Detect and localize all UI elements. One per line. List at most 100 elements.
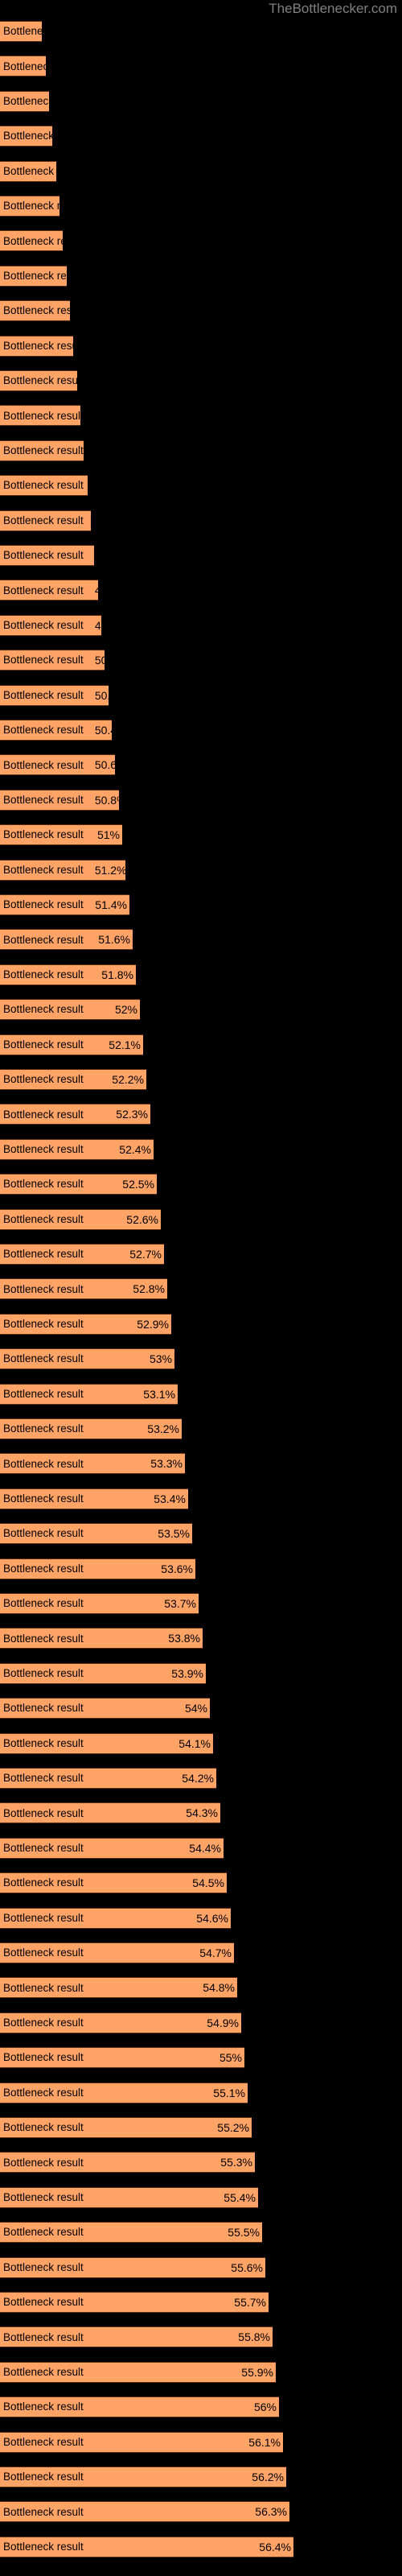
bar-value-label: 53.6% [161, 1562, 193, 1575]
bar-row: Bottleneck result 53.3% [0, 1453, 185, 1475]
bar-value-label: 55.5% [228, 2226, 260, 2240]
bar-label: Bottleneck result [3, 479, 84, 492]
bar-inner: Bottleneck result 55.8% [0, 2327, 273, 2347]
bar-label: Bottleneck result [3, 25, 42, 38]
bar-label: Bottleneck result [3, 828, 84, 841]
bar-row: Bottleneck result 55.4% [0, 2186, 258, 2208]
bar-row: Bottleneck result 54.5% [0, 1872, 227, 1894]
bar-label: Bottleneck result [3, 1736, 84, 1749]
bar-label: Bottleneck result [3, 688, 84, 701]
bar-label: Bottleneck result [3, 95, 49, 108]
bar-inner: Bottleneck result 51.8% [0, 965, 136, 985]
bar-inner: Bottleneck result 54.2% [0, 1769, 216, 1788]
bar-label: Bottleneck result [3, 1352, 84, 1365]
bar-inner: Bottleneck result 53.1% [0, 1385, 178, 1404]
bar-label: Bottleneck result [3, 339, 73, 352]
bar-inner: Bottleneck result 53.3% [0, 1454, 185, 1473]
bar-value-label: 53.2% [147, 1422, 179, 1435]
bar-label: Bottleneck result [3, 130, 52, 142]
bar-label: Bottleneck result [3, 1842, 84, 1855]
bar-row: Bottleneck result49% [0, 475, 88, 497]
bar-inner: Bottleneck result 54.8% [0, 1978, 237, 1997]
bar-row: Bottleneck result48.2% [0, 335, 73, 357]
bar-inner: Bottleneck result 53.4% [0, 1489, 188, 1509]
bar-row: Bottleneck result 54.8% [0, 1977, 237, 1999]
bar-row: Bottleneck result 56.1% [0, 2431, 283, 2453]
bar-value-label: 53.4% [154, 1492, 186, 1505]
bar-inner: Bottleneck result 50% [0, 650, 105, 670]
bar-label: Bottleneck result [3, 654, 84, 667]
bar-value-label: 51.2% [94, 863, 125, 877]
bar-inner: Bottleneck result48.8% [0, 441, 84, 460]
bar-row: Bottleneck result 52.4% [0, 1138, 154, 1160]
bar-value-label: 49.4% [84, 550, 94, 561]
bar-value-label: 50.4% [94, 724, 112, 737]
bar-inner: Bottleneck result 56.4% [0, 2537, 293, 2557]
bar-value-label: 54.7% [199, 1946, 232, 1959]
bar-row: Bottleneck result 54.1% [0, 1732, 213, 1754]
bar-label: Bottleneck result [3, 1212, 84, 1225]
bar-inner: Bottleneck result 55.6% [0, 2258, 265, 2277]
bar-label: Bottleneck result [3, 1073, 84, 1086]
bar-inner: Bottleneck result 52.1% [0, 1035, 143, 1055]
bar-label: Bottleneck result [3, 2156, 84, 2169]
bar-row: Bottleneck result 52.1% [0, 1034, 143, 1055]
bar-inner: Bottleneck result 53.6% [0, 1559, 195, 1579]
bar-row: Bottleneck result 52.6% [0, 1208, 161, 1230]
bar-inner: Bottleneck result 53.2% [0, 1419, 182, 1439]
bar-row: Bottleneck result48.8% [0, 440, 84, 461]
bar-row: Bottleneck result 56.2% [0, 2467, 286, 2487]
bar-label: Bottleneck result [3, 1178, 84, 1191]
bar-inner: Bottleneck result48.6% [0, 406, 80, 425]
bar-row: Bottleneck result 54.9% [0, 2012, 241, 2033]
bar-row: Bottleneck result 53.6% [0, 1558, 195, 1579]
bar-label: Bottleneck result [3, 164, 56, 177]
bar-inner: Bottleneck result 52.9% [0, 1315, 171, 1334]
bar-value-label: 53.3% [150, 1457, 183, 1471]
bar-row: Bottleneck result 51.6% [0, 929, 133, 951]
bar-label: Bottleneck result [3, 2260, 84, 2273]
bar-row: Bottleneck result 55.6% [0, 2256, 265, 2278]
bar-inner: Bottleneck result49% [0, 476, 88, 495]
bar-label: Bottleneck result [3, 1597, 84, 1610]
bar-label: Bottleneck result [3, 1318, 84, 1331]
bar-inner: Bottleneck result49.4% [0, 546, 94, 565]
bar-label: Bottleneck result [3, 549, 84, 562]
bar-row: Bottleneck result 52% [0, 999, 140, 1021]
bar-label: Bottleneck result [3, 1248, 84, 1261]
bar-inner: Bottleneck result47.6% [0, 231, 63, 250]
bar-label: Bottleneck result [3, 409, 80, 422]
bar-value-label: 51.8% [101, 968, 133, 981]
bar-value-label: 50.6% [94, 758, 115, 772]
bar-label: Bottleneck result [3, 2330, 84, 2343]
bar-label: Bottleneck result [3, 1632, 84, 1645]
bar-value-label: 52.6% [126, 1212, 158, 1226]
bar-label: Bottleneck result [3, 1038, 84, 1051]
bar-row: Bottleneck result46.6% [0, 90, 49, 112]
bar-inner: Bottleneck result46.3% [0, 56, 46, 76]
bar-row: Bottleneck result 55.3% [0, 2152, 255, 2174]
bar-row: Bottleneck result 53.5% [0, 1523, 192, 1545]
bar-row: Bottleneck result 55.1% [0, 2082, 248, 2103]
bar-value-label: 55.4% [224, 2190, 256, 2204]
bar-inner: Bottleneck result 52.6% [0, 1210, 161, 1229]
bar-label: Bottleneck result [3, 933, 84, 946]
bar-label: Bottleneck result [3, 2435, 84, 2448]
bar-value-label: 52.2% [112, 1073, 144, 1086]
bar-value-label: 54.5% [192, 1876, 224, 1890]
bar-value-label: 52.1% [109, 1038, 141, 1051]
bar-inner: Bottleneck result 50.4% [0, 720, 112, 740]
bar-row: Bottleneck result47.1% [0, 160, 56, 182]
bar-inner: Bottleneck result 52.8% [0, 1279, 167, 1298]
bar-value-label: 52.7% [129, 1248, 162, 1261]
bar-row: Bottleneck result 55.5% [0, 2222, 262, 2244]
bar-row: Bottleneck result 52.8% [0, 1278, 167, 1300]
bar-label: Bottleneck result [3, 60, 46, 72]
bar-inner: Bottleneck result 51.2% [0, 861, 125, 880]
bar-row: Bottleneck result 55.9% [0, 2361, 276, 2383]
bar-value-label: 52.5% [122, 1178, 154, 1191]
bar-value-label: 55.3% [220, 2156, 252, 2169]
bar-inner: Bottleneck result 50.8% [0, 791, 119, 810]
bar-row: Bottleneck result 54.2% [0, 1768, 216, 1789]
bar-row: Bottleneck result 51% [0, 824, 122, 846]
